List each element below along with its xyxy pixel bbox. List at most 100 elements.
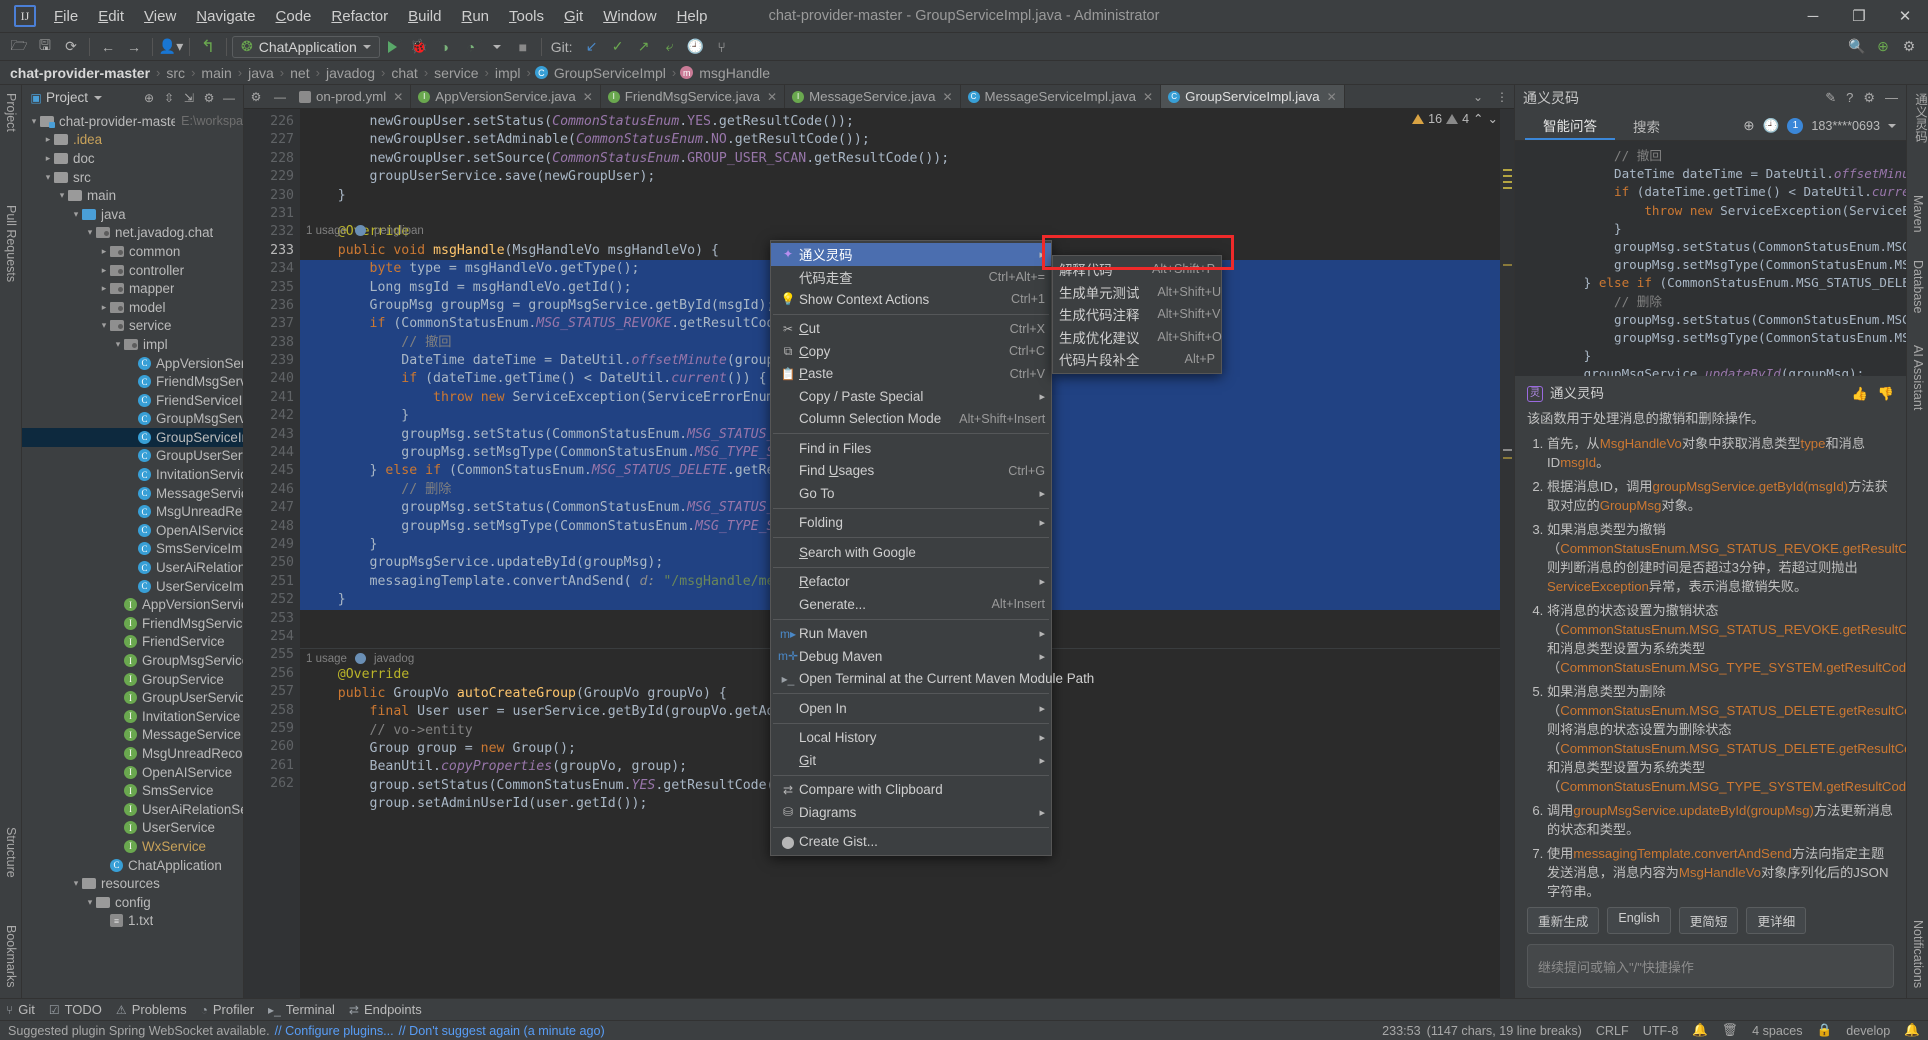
tab-search[interactable]: 搜索 <box>1615 111 1678 140</box>
branch-icon[interactable]: ⑂ <box>709 35 735 59</box>
collapse-all-icon[interactable]: ⇲ <box>179 91 199 105</box>
submenu-item[interactable]: 生成代码注释 Alt+Shift+V <box>1053 303 1221 326</box>
tree-node[interactable]: I MsgUnreadRecordService <box>22 744 243 763</box>
context-menu-item[interactable]: m▸ Run Maven ▸ <box>771 623 1051 646</box>
tree-node[interactable]: ▾ impl <box>22 335 243 354</box>
usage-hint[interactable]: 1 usage penglipan <box>300 223 424 238</box>
rail-item-structure[interactable]: Structure <box>4 827 18 878</box>
context-menu-item[interactable]: Column Selection Mode Alt+Shift+Insert <box>771 408 1051 431</box>
breadcrumb-src[interactable]: src <box>164 65 187 81</box>
tree-node[interactable]: ▸ common <box>22 242 243 261</box>
code-line[interactable] <box>300 205 1500 223</box>
chevron-right-icon[interactable]: ▸ <box>98 302 110 313</box>
context-menu-item[interactable]: 💡 Show Context Actions Ctrl+1 <box>771 288 1051 311</box>
editor-gutter[interactable]: 226 227 228 229 230 231 232 233 234 235 236 237 238 2… <box>244 109 300 998</box>
chevron-down-icon[interactable]: ▾ <box>56 190 68 201</box>
ai-chat-input[interactable]: 继续提问或输入"/"快捷操作 <box>1527 944 1894 988</box>
chevron-down-icon[interactable]: ▾ <box>70 209 82 220</box>
context-menu-item[interactable]: Refactor ▸ <box>771 571 1051 594</box>
editor-tab[interactable]: I MessageService.java ✕ <box>785 85 961 108</box>
bell-icon[interactable]: 🔔 <box>1692 1023 1708 1038</box>
bottom-tab-problems[interactable]: ⚠ Problems <box>116 1002 187 1017</box>
edit-icon[interactable]: ✎ <box>1825 90 1836 106</box>
menu-build[interactable]: Build <box>398 4 451 29</box>
tree-node[interactable]: ▾ net.javadog.chat <box>22 224 243 243</box>
chevron-down-icon[interactable]: ▾ <box>112 339 124 350</box>
context-menu-item[interactable]: 📋 Paste Ctrl+V <box>771 363 1051 386</box>
commit-icon[interactable]: ✓ <box>605 35 631 59</box>
help-icon[interactable]: ? <box>1846 90 1853 106</box>
bottom-tab-endpoints[interactable]: ⇄ Endpoints <box>349 1002 422 1017</box>
context-menu-item[interactable]: Find in Files <box>771 437 1051 460</box>
chevron-down-icon[interactable] <box>1888 123 1896 128</box>
line-separator[interactable]: CRLF <box>1596 1024 1629 1038</box>
file-encoding[interactable]: UTF-8 <box>1643 1024 1679 1038</box>
chevron-right-icon[interactable]: ▸ <box>42 134 54 145</box>
tree-node[interactable]: I UserService <box>22 819 243 838</box>
git-branch[interactable]: develop <box>1846 1024 1890 1038</box>
breadcrumb-project[interactable]: chat-provider-master <box>8 65 152 81</box>
project-tree[interactable]: ▾ chat-provider-master [chat] E:\workspa ▸.… <box>22 110 243 998</box>
push-icon[interactable]: ↗ <box>631 35 657 59</box>
forward-arrow-icon[interactable]: → <box>121 35 147 59</box>
plugin-icon[interactable]: ⊕ <box>1870 35 1896 59</box>
rail-item-tongyi[interactable]: 通义灵码 <box>1911 93 1928 143</box>
minimize-button[interactable]: ─ <box>1790 0 1836 32</box>
tree-node[interactable]: C MsgUnreadRecordServiceImpl <box>22 502 243 521</box>
tree-node[interactable]: ▾ chat-provider-master [chat] E:\workspa <box>22 112 243 131</box>
tree-node[interactable]: ▾ service <box>22 317 243 336</box>
menu-code[interactable]: Code <box>266 4 322 29</box>
menu-help[interactable]: Help <box>667 4 718 29</box>
code-line[interactable]: } <box>300 187 1500 205</box>
rail-item-bookmarks[interactable]: Bookmarks <box>4 925 18 988</box>
chevron-down-icon[interactable] <box>94 95 103 100</box>
back-arrow-icon[interactable]: ← <box>95 35 121 59</box>
context-menu-item[interactable]: Open In ▸ <box>771 697 1051 720</box>
rail-item-maven[interactable]: Maven <box>1911 195 1925 233</box>
settings-icon[interactable]: ⚙ <box>1863 90 1875 106</box>
context-menu-item[interactable]: ▸_ Open Terminal at the Current Maven Mod… <box>771 668 1095 691</box>
code-line[interactable]: newGroupUser.setAdminable(CommonStatusEn… <box>300 131 1500 149</box>
prev-problem-icon[interactable]: ⌃ <box>1473 111 1483 126</box>
chevron-down-icon[interactable]: ▾ <box>28 116 40 127</box>
editor-marker-bar[interactable] <box>1500 109 1514 998</box>
context-menu-item[interactable]: Local History ▸ <box>771 727 1051 750</box>
context-menu-item[interactable]: ⇄ Compare with Clipboard <box>771 779 1051 802</box>
chevron-down-icon[interactable]: ▾ <box>84 227 96 238</box>
chevron-down-icon[interactable]: ▾ <box>84 897 96 908</box>
menu-git[interactable]: Git <box>554 4 593 29</box>
menu-view[interactable]: View <box>134 4 186 29</box>
breadcrumb-chat[interactable]: chat <box>389 65 419 81</box>
tree-node[interactable]: I SmsService <box>22 781 243 800</box>
inspection-widget[interactable]: 16 4 ⌃ ⌄ <box>1412 111 1498 126</box>
tree-node[interactable]: ▸ controller <box>22 261 243 280</box>
sync-icon[interactable]: ⟳ <box>58 35 84 59</box>
breadcrumb-javadog[interactable]: javadog <box>324 65 377 81</box>
tree-node[interactable]: I WxService <box>22 837 243 856</box>
editor-tab[interactable]: I FriendMsgService.java ✕ <box>601 85 786 108</box>
tree-node[interactable]: C UserAiRelationServiceImpl <box>22 558 243 577</box>
save-icon[interactable]: 🖫 <box>32 35 58 59</box>
context-menu-item[interactable]: ⛁ Diagrams ▸ <box>771 801 1051 824</box>
hide-icon[interactable]: — <box>1885 90 1898 106</box>
close-icon[interactable]: ✕ <box>942 90 952 104</box>
context-menu-item[interactable]: Git ▸ <box>771 749 1051 772</box>
tree-node[interactable]: ▸ model <box>22 298 243 317</box>
rail-item-database[interactable]: Database <box>1911 260 1925 314</box>
expand-all-icon[interactable]: ⇳ <box>159 91 179 105</box>
undo-icon[interactable]: ↰ <box>195 35 221 59</box>
submenu-item[interactable]: 生成优化建议 Alt+Shift+O <box>1053 326 1222 349</box>
tree-node[interactable]: C MessageServiceImpl <box>22 484 243 503</box>
rail-item-ai-assistant[interactable]: AI Assistant <box>1911 345 1925 410</box>
context-menu-item[interactable]: ⬤ Create Gist... <box>771 831 1051 854</box>
code-line[interactable]: groupUserService.save(newGroupUser); <box>300 168 1500 186</box>
tree-node[interactable]: I AppVersionService <box>22 595 243 614</box>
chevron-down-icon[interactable]: ▾ <box>70 878 82 889</box>
close-icon[interactable]: ✕ <box>393 90 403 104</box>
tree-node[interactable]: C AppVersionServiceImpl <box>22 354 243 373</box>
tab-smart-qa[interactable]: 智能问答 <box>1525 111 1615 140</box>
tree-node[interactable]: I InvitationService <box>22 707 243 726</box>
account-label[interactable]: 183****0693 <box>1811 119 1880 133</box>
plus-icon[interactable]: ⊕ <box>1743 118 1754 134</box>
context-menu-item[interactable]: Search with Google <box>771 541 1051 564</box>
